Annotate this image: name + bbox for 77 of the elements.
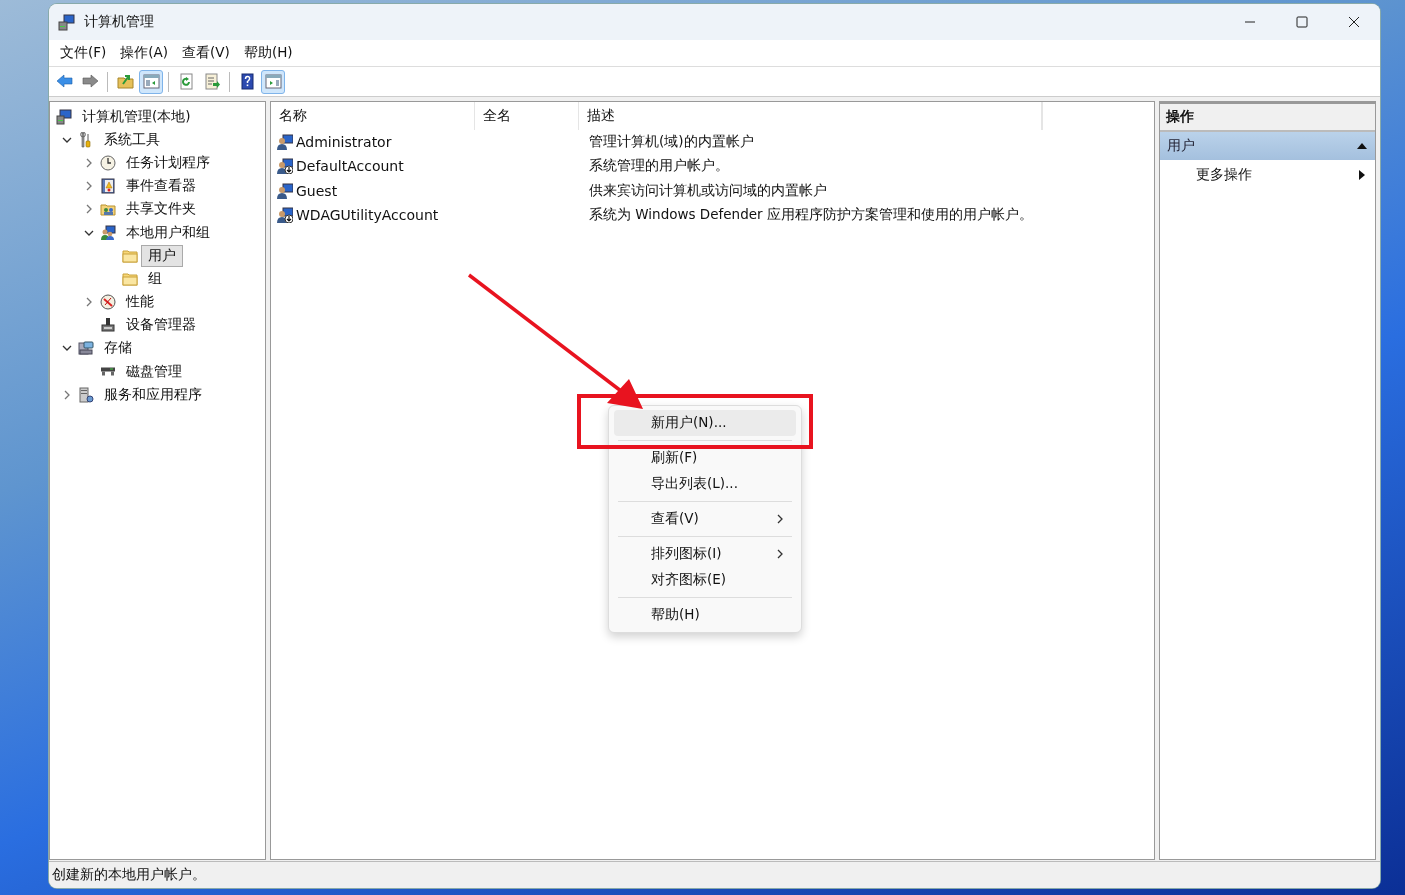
table-cell-text: 系统管理的用户帐户。 — [588, 157, 729, 176]
minimize-icon — [1244, 21, 1256, 23]
refresh-icon — [177, 73, 195, 90]
collapse-triangle-icon — [1357, 143, 1367, 149]
folder-icon — [122, 270, 138, 287]
storage-icon — [78, 340, 94, 357]
folder-icon — [122, 247, 138, 264]
menu-item[interactable]: 操作(A) — [113, 44, 176, 62]
chevron-right-icon[interactable] — [84, 181, 94, 192]
help-icon — [238, 73, 256, 90]
tools-icon — [78, 131, 94, 148]
back-arrow-icon — [55, 73, 73, 90]
tree-item[interactable]: 磁盘管理 — [122, 360, 186, 383]
computer-icon — [56, 108, 72, 125]
chevron-right-icon[interactable] — [84, 204, 94, 215]
column-header[interactable]: 名称 — [271, 102, 475, 130]
user-name[interactable]: Administrator — [296, 134, 392, 151]
menu-item[interactable]: 文件(F) — [53, 44, 114, 62]
menu-item[interactable]: 刷新(F) — [614, 445, 796, 471]
pane-header: 操作 — [1160, 104, 1375, 132]
menu-item-label: 新用户(N)... — [651, 414, 727, 432]
folder-arrow-icon — [116, 73, 134, 90]
chevron-right-icon[interactable] — [84, 297, 94, 308]
tree-item[interactable]: 系统工具 — [100, 128, 164, 151]
menu-item-label: 排列图标(I) — [651, 545, 722, 563]
status-text: 创建新的本地用户帐户。 — [52, 866, 206, 884]
window-title: 计算机管理 — [84, 13, 154, 31]
column-header[interactable]: 全名 — [475, 102, 579, 130]
menu-item[interactable]: 查看(V) — [614, 506, 796, 532]
user-name[interactable]: Guest — [296, 182, 338, 199]
maximize-icon — [1296, 16, 1308, 28]
disk-icon — [100, 367, 116, 377]
menu-item[interactable]: 对齐图标(E) — [614, 567, 796, 593]
table-cell-text: 管理计算机(域)的内置帐户 — [588, 133, 754, 152]
device-icon — [100, 317, 116, 334]
menu-item[interactable]: 新用户(N)... — [614, 410, 796, 436]
shared-folder-icon — [100, 201, 116, 218]
tree-item[interactable]: 用户 — [141, 244, 183, 267]
menu-item-label: 导出列表(L)... — [651, 475, 738, 493]
section-header[interactable]: 用户 — [1160, 132, 1375, 160]
tree-item[interactable]: 任务计划程序 — [122, 151, 214, 174]
log-icon — [100, 178, 116, 195]
chevron-right-icon[interactable] — [84, 157, 94, 168]
tree-item[interactable]: 服务和应用程序 — [100, 383, 206, 406]
tree-item[interactable]: 共享文件夹 — [122, 198, 200, 221]
menu-item-label: 对齐图标(E) — [651, 571, 727, 589]
menu-item-label: 帮助(H) — [651, 606, 700, 624]
clock-icon — [100, 154, 116, 171]
tree-item[interactable]: 事件查看器 — [122, 175, 200, 198]
console-tree-button[interactable] — [139, 69, 163, 94]
table-cell-text: 系统为 Windows Defender 应用程序防护方案管理和使用的用户帐户。 — [588, 206, 1033, 225]
export-list-icon — [203, 73, 221, 90]
forward-arrow-icon — [81, 73, 99, 90]
panel-icon — [142, 73, 160, 90]
chevron-right-icon[interactable] — [62, 389, 72, 400]
menu-item[interactable]: 帮助(H) — [614, 602, 796, 628]
menu-item[interactable]: 帮助(H) — [236, 44, 300, 62]
menu-item[interactable]: 排列图标(I) — [614, 541, 796, 567]
users-icon — [100, 224, 116, 241]
tree-item[interactable]: 设备管理器 — [122, 314, 200, 337]
tree-item[interactable]: 本地用户和组 — [122, 221, 214, 244]
gauge-icon — [100, 294, 116, 311]
menu-item[interactable]: 查看(V) — [175, 44, 237, 62]
close-icon — [1348, 16, 1360, 28]
tree-item[interactable]: 计算机管理(本地) — [78, 105, 195, 128]
menu-item-label: 刷新(F) — [651, 449, 698, 467]
tree-item[interactable]: 存储 — [100, 337, 136, 360]
menu-item[interactable]: 导出列表(L)... — [614, 471, 796, 497]
panel-icon — [264, 73, 282, 90]
action-link[interactable]: 更多操作 — [1196, 166, 1252, 184]
tree-item[interactable]: 性能 — [122, 291, 158, 314]
tree-item[interactable]: 组 — [144, 267, 166, 290]
menu-item-label: 查看(V) — [651, 510, 699, 528]
column-header[interactable]: 描述 — [579, 102, 1042, 130]
computer-icon — [58, 13, 75, 31]
server-gear-icon — [78, 386, 94, 403]
table-cell-text: 供来宾访问计算机或访问域的内置帐户 — [588, 181, 827, 200]
